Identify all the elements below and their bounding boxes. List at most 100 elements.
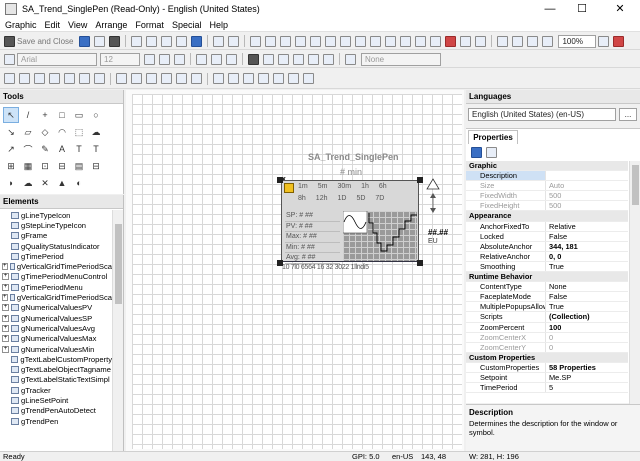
print-icon[interactable] xyxy=(94,35,106,47)
element-list-item[interactable]: gTextLabelCustomProperty xyxy=(0,354,112,364)
tool-button[interactable]: ◠ xyxy=(54,124,70,140)
menu-edit[interactable]: Edit xyxy=(45,18,61,32)
expand-icon[interactable]: + xyxy=(2,345,9,353)
align-center-icon[interactable] xyxy=(265,35,277,47)
text-right-icon[interactable] xyxy=(226,53,237,65)
property-row[interactable]: Size Auto xyxy=(466,181,628,192)
property-row[interactable]: Description xyxy=(466,171,628,182)
property-row[interactable]: Scripts (Collection) xyxy=(466,312,628,323)
elements-scroll-thumb[interactable] xyxy=(115,224,122,304)
property-value[interactable]: (Collection) xyxy=(546,312,628,321)
period-6h[interactable]: 6h xyxy=(379,183,387,190)
cut-icon[interactable] xyxy=(131,35,143,47)
property-row[interactable]: ZoomPercent 100 xyxy=(466,322,628,333)
element-list-item[interactable]: gTimePeriod xyxy=(0,251,112,261)
check-icon[interactable] xyxy=(445,35,457,47)
arrange-11-icon[interactable] xyxy=(161,73,172,84)
zoom-area-icon[interactable] xyxy=(542,35,554,47)
minimize-button[interactable]: — xyxy=(535,0,565,18)
language-select[interactable]: English (United States) (en-US) xyxy=(468,108,616,121)
property-value[interactable]: True xyxy=(546,302,628,311)
expand-icon[interactable]: + xyxy=(2,314,9,322)
properties-scroll-thumb[interactable] xyxy=(632,165,639,205)
element-list-item[interactable]: gTextLabelStaticTextSimpl xyxy=(0,375,112,385)
tool-button[interactable]: ◇ xyxy=(37,124,53,140)
drawing-canvas[interactable]: SA_Trend_SinglePen # min xx 1m 5m 30m 1h… xyxy=(132,94,462,449)
fill-select[interactable]: None xyxy=(361,52,441,66)
property-value[interactable]: 0 xyxy=(546,333,628,342)
property-value[interactable]: 0 xyxy=(546,343,628,352)
categorized-sort-icon[interactable] xyxy=(471,147,482,158)
tool-button[interactable]: ⊟ xyxy=(88,158,104,174)
align-right-icon[interactable] xyxy=(280,35,292,47)
tool-button[interactable]: ▦ xyxy=(20,158,36,174)
property-category[interactable]: Graphic xyxy=(466,161,628,172)
tool-button[interactable]: ↖ xyxy=(3,107,19,123)
menu-special[interactable]: Special xyxy=(172,18,202,32)
expand-icon[interactable]: + xyxy=(2,263,8,271)
property-value[interactable]: Me.SP xyxy=(546,373,628,382)
zoom-fit-icon[interactable] xyxy=(527,35,539,47)
expand-icon[interactable]: + xyxy=(2,294,8,302)
property-category[interactable]: Runtime Behavior xyxy=(466,272,628,283)
element-list-item[interactable]: gFrame xyxy=(0,231,112,241)
arrange-5-icon[interactable] xyxy=(64,73,75,84)
alphabetical-sort-icon[interactable] xyxy=(486,147,497,158)
property-row[interactable]: ZoomCenterY 0 xyxy=(466,342,628,353)
rotate-icon[interactable] xyxy=(415,35,427,47)
property-category[interactable]: Custom Properties xyxy=(466,352,628,363)
arrange-15-icon[interactable] xyxy=(228,73,239,84)
element-list-item[interactable]: gStepLineTypeIcon xyxy=(0,220,112,230)
arrange-2-icon[interactable] xyxy=(19,73,30,84)
paste-icon[interactable] xyxy=(161,35,173,47)
arrange-18-icon[interactable] xyxy=(273,73,284,84)
menu-help[interactable]: Help xyxy=(209,18,228,32)
fill-pattern-icon[interactable] xyxy=(345,53,356,65)
tool-button[interactable]: ⊞ xyxy=(3,158,19,174)
maximize-button[interactable]: ☐ xyxy=(567,0,597,18)
property-row[interactable]: ContentType None xyxy=(466,282,628,293)
tool-button[interactable]: ▲ xyxy=(54,175,70,191)
undo-icon[interactable] xyxy=(213,35,225,47)
group-icon[interactable] xyxy=(355,35,367,47)
property-value[interactable]: False xyxy=(546,292,628,301)
tool-button[interactable]: ◐ xyxy=(71,175,87,191)
menu-graphic[interactable]: Graphic xyxy=(5,18,37,32)
period-30m[interactable]: 30m xyxy=(337,183,351,190)
text-color-icon[interactable] xyxy=(278,53,289,65)
element-list-item[interactable]: gTracker xyxy=(0,385,112,395)
align-bottom-icon[interactable] xyxy=(325,35,337,47)
help-icon[interactable] xyxy=(191,35,203,47)
tool-button[interactable]: ☁ xyxy=(20,175,36,191)
trend-graphic[interactable]: 1m 5m 30m 1h 6h 8h 12h 1D 5D 7D SP: # ##… xyxy=(281,180,419,264)
property-value[interactable]: Auto xyxy=(546,181,628,190)
tool-button[interactable]: □ xyxy=(54,107,70,123)
property-row[interactable]: FaceplateMode False xyxy=(466,292,628,303)
period-8h[interactable]: 8h xyxy=(298,195,306,202)
arrange-9-icon[interactable] xyxy=(131,73,142,84)
arrange-17-icon[interactable] xyxy=(258,73,269,84)
arrange-12-icon[interactable] xyxy=(176,73,187,84)
arrange-6-icon[interactable] xyxy=(79,73,90,84)
line-color-icon[interactable] xyxy=(248,53,259,65)
tool-button[interactable]: ↗ xyxy=(3,141,19,157)
property-row[interactable]: ZoomCenterX 0 xyxy=(466,332,628,343)
arrange-16-icon[interactable] xyxy=(243,73,254,84)
bring-front-icon[interactable] xyxy=(385,35,397,47)
table-icon[interactable] xyxy=(460,35,472,47)
element-list-item[interactable]: gTrendPenAutoDetect xyxy=(0,406,112,416)
distribute-icon[interactable] xyxy=(340,35,352,47)
redo-icon[interactable] xyxy=(228,35,240,47)
period-5m[interactable]: 5m xyxy=(318,183,328,190)
arrange-20-icon[interactable] xyxy=(303,73,314,84)
tool-button[interactable]: / xyxy=(20,107,36,123)
element-list-item[interactable]: + gNumericalValuesSP xyxy=(0,313,112,323)
resize-handle-br[interactable] xyxy=(417,260,423,266)
send-back-icon[interactable] xyxy=(400,35,412,47)
arrange-1-icon[interactable] xyxy=(4,73,15,84)
tool-button[interactable]: ▤ xyxy=(71,158,87,174)
snap-icon[interactable] xyxy=(613,35,625,47)
tool-button[interactable]: T xyxy=(88,141,104,157)
period-7d[interactable]: 7D xyxy=(375,195,384,202)
element-list-item[interactable]: gQualityStatusIndicator xyxy=(0,241,112,251)
